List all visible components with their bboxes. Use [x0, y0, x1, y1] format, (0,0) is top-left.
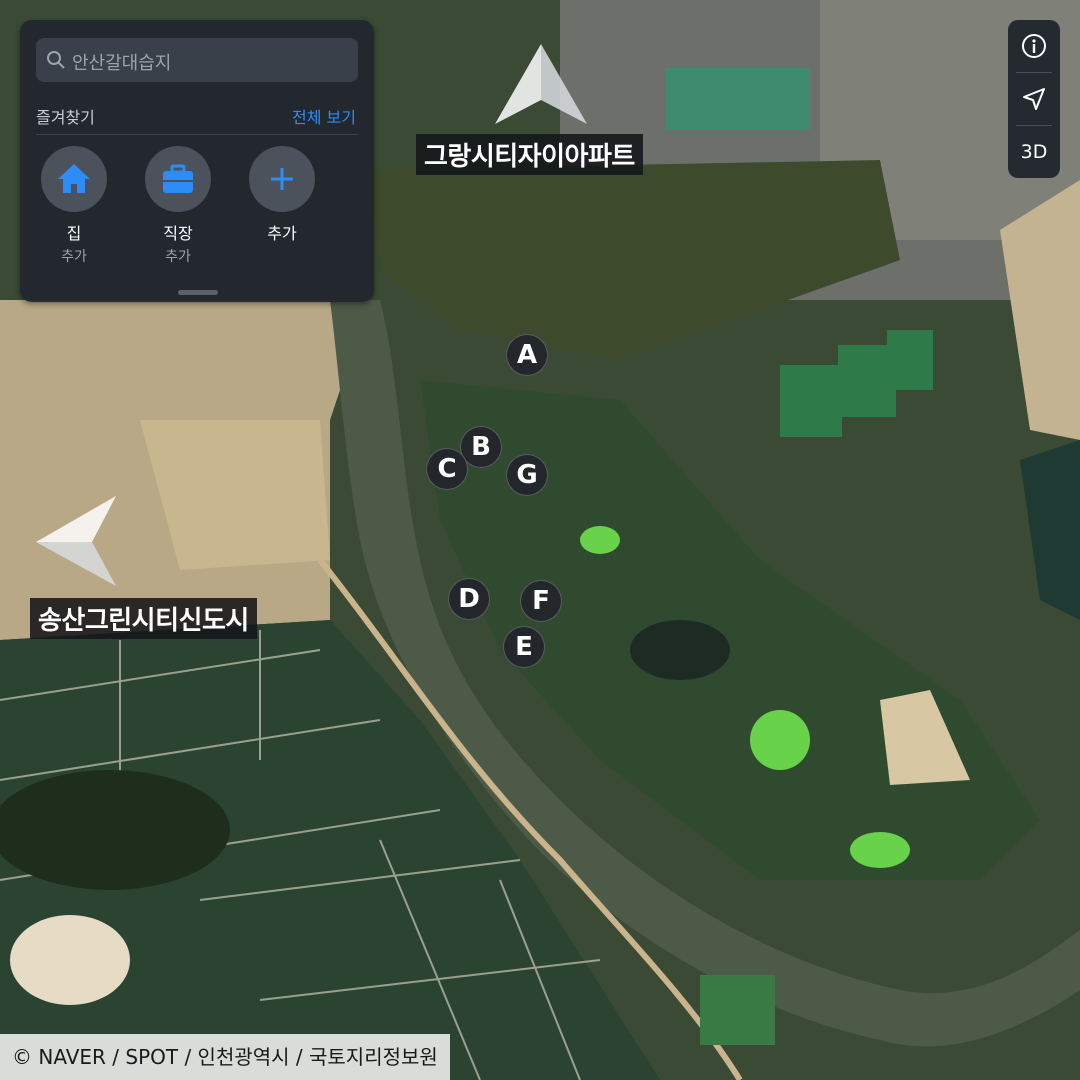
plus-icon [271, 168, 293, 190]
search-input[interactable]: 안산갈대습지 [36, 38, 358, 82]
favorite-add[interactable]: 추가 [242, 146, 322, 244]
location-button[interactable] [1008, 73, 1060, 125]
home-button[interactable] [41, 146, 107, 212]
briefcase-icon [163, 164, 193, 193]
map-marker-a[interactable]: A [506, 334, 548, 376]
info-button[interactable] [1008, 20, 1060, 72]
favorites-title: 즐겨찾기 [36, 108, 95, 127]
map-controls: 3D [1008, 20, 1060, 178]
home-icon [58, 164, 90, 193]
poi-label-north[interactable]: 그랑시티자이아파트 [416, 134, 643, 175]
west-arrow-icon [36, 496, 116, 586]
divider [36, 134, 358, 135]
info-icon [1022, 34, 1046, 58]
poi-label-west[interactable]: 송산그린시티신도시 [30, 598, 257, 639]
search-placeholder: 안산갈대습지 [72, 53, 172, 74]
map-marker-g[interactable]: G [506, 454, 548, 496]
work-button[interactable] [145, 146, 211, 212]
north-arrow-icon [495, 44, 587, 124]
favorites-panel: 안산갈대습지 즐겨찾기 전체 보기 집 추가 직장 추가 추가 [20, 20, 374, 302]
3d-toggle-button[interactable]: 3D [1008, 126, 1060, 178]
favorite-label: 직장 [163, 224, 193, 243]
favorite-work[interactable]: 직장 추가 [138, 146, 218, 266]
map-marker-c[interactable]: C [426, 448, 468, 490]
add-button[interactable] [249, 146, 315, 212]
favorite-label: 추가 [267, 224, 297, 243]
favorite-sublabel: 추가 [61, 249, 87, 265]
map-marker-f[interactable]: F [520, 580, 562, 622]
view-all-link[interactable]: 전체 보기 [292, 104, 356, 128]
map-marker-e[interactable]: E [503, 626, 545, 668]
map-marker-d[interactable]: D [448, 578, 490, 620]
map-copyright: © NAVER / SPOT / 인천광역시 / 국토지리정보원 [0, 1034, 450, 1080]
location-arrow-icon [1023, 88, 1045, 110]
search-icon [47, 51, 65, 69]
favorite-home[interactable]: 집 추가 [34, 146, 114, 266]
favorite-label: 집 [66, 224, 82, 243]
favorite-sublabel: 추가 [165, 249, 191, 265]
drag-handle[interactable] [178, 290, 218, 295]
